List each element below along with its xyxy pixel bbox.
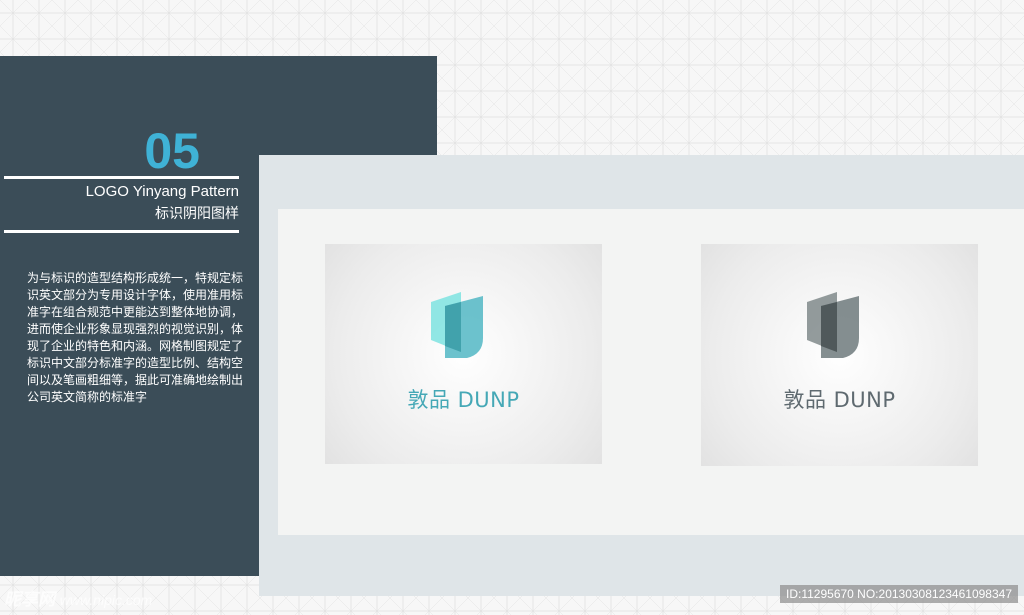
watermark-url: www.nipic.com: [59, 592, 153, 608]
divider-top: [4, 176, 239, 179]
logo-mark-icon: [807, 292, 859, 358]
image-id-tag: ID:11295670 NO:20130308123461098347: [780, 585, 1018, 603]
section-number: 05: [144, 123, 200, 179]
logo-wordmark: 敦品 DUNP: [783, 388, 896, 412]
logo-wordmark: 敦品 DUNP: [407, 388, 520, 412]
logo-card-gray: 敦品 DUNP: [701, 244, 978, 466]
logo-card-color: 敦品 DUNP: [325, 244, 602, 464]
site-watermark: 昵享网 www.nipic.com: [4, 585, 152, 610]
section-title-en: LOGO Yinyang Pattern: [85, 183, 239, 200]
divider-bottom: [4, 230, 239, 233]
logo-mark-icon: [431, 292, 483, 358]
section-title-cn: 标识阴阳图样: [155, 206, 239, 222]
section-description: 为与标识的造型结构形成统一，特规定标识英文部分为专用设计字体，使用准用标准字在组…: [27, 271, 244, 404]
watermark-logo: 昵享网: [4, 590, 55, 609]
